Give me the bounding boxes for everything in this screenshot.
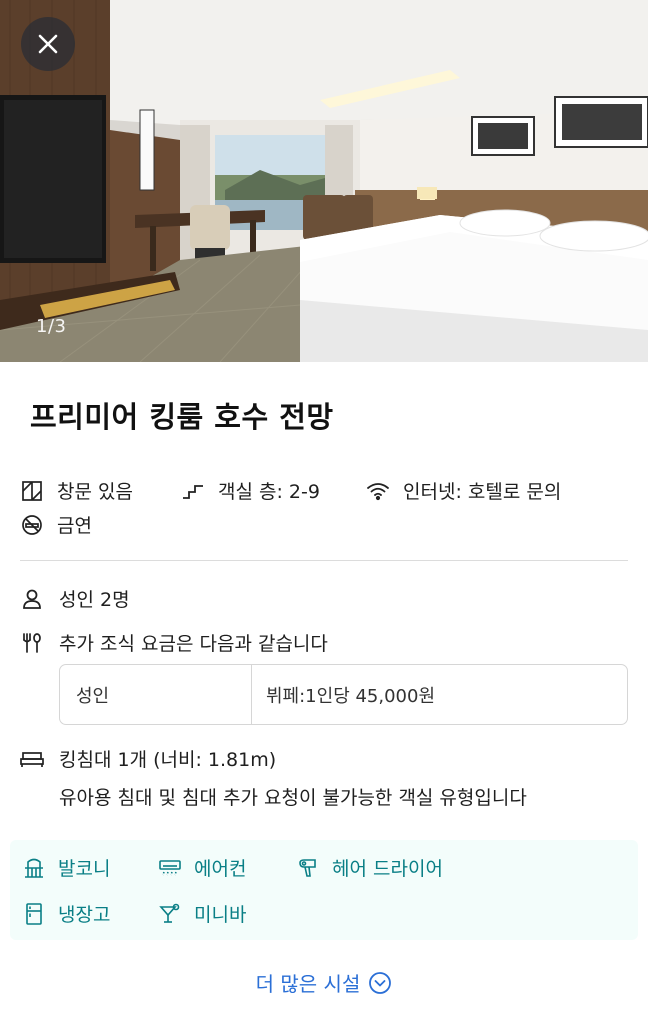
breakfast-intro: 추가 조식 요금은 다음과 같습니다 — [59, 633, 328, 655]
amenities-box: 발코니 에어컨 헤어 드라이어 냉장고 미니바 — [10, 840, 638, 940]
close-icon — [38, 34, 58, 54]
feature-smoking: 금연 — [20, 511, 92, 538]
amenity-balcony-label: 발코니 — [58, 858, 111, 880]
feature-floor: 객실 층: 2-9 — [181, 477, 320, 504]
amenity-hairdryer-label: 헤어 드라이어 — [332, 858, 443, 880]
window-icon — [20, 479, 44, 503]
amenity-fridge: 냉장고 — [22, 900, 110, 927]
feature-smoking-label: 금연 — [57, 515, 92, 537]
amenity-minibar-label: 미니바 — [194, 904, 247, 926]
fridge-icon — [22, 902, 46, 926]
feature-window-label: 창문 있음 — [57, 481, 133, 503]
chevron-down-circle-icon — [368, 971, 392, 995]
person-icon — [20, 587, 44, 611]
occupancy-row: 성인 2명 — [20, 585, 130, 612]
breakfast-row: 추가 조식 요금은 다음과 같습니다 — [20, 629, 328, 656]
close-button[interactable] — [21, 17, 75, 71]
amenity-hairdryer: 헤어 드라이어 — [296, 854, 443, 881]
bed-row: 킹침대 1개 (너비: 1.81m) — [20, 745, 276, 772]
more-facilities-label: 더 많은 시설 — [255, 972, 361, 996]
section-divider — [20, 560, 628, 561]
photo-counter: 1/3 — [36, 316, 67, 337]
stairs-icon — [181, 479, 205, 503]
amenity-aircon-label: 에어컨 — [194, 858, 247, 880]
amenity-minibar: 미니바 — [158, 900, 246, 927]
amenity-balcony: 발코니 — [22, 854, 110, 881]
amenity-aircon: 에어컨 — [158, 854, 246, 881]
air-conditioner-icon — [158, 856, 182, 880]
balcony-icon — [22, 856, 46, 880]
bed-note: 유아용 침대 및 침대 추가 요청이 불가능한 객실 유형입니다 — [59, 787, 527, 809]
room-photo-carousel[interactable]: 1/3 — [0, 0, 648, 362]
occupancy-label: 성인 2명 — [59, 589, 130, 611]
bed-info: 킹침대 1개 (너비: 1.81m) — [59, 749, 277, 771]
feature-window: 창문 있음 — [20, 477, 133, 504]
no-smoking-icon — [20, 513, 44, 537]
wifi-icon — [366, 479, 390, 503]
hair-dryer-icon — [296, 856, 320, 880]
feature-internet-label: 인터넷: 호텔로 문의 — [403, 481, 562, 503]
breakfast-price-table: 성인 뷔페:1인당 45,000원 — [59, 664, 628, 725]
feature-internet: 인터넷: 호텔로 문의 — [366, 477, 561, 504]
breakfast-guest-type: 성인 — [60, 665, 252, 724]
cocktail-icon — [158, 902, 182, 926]
breakfast-price: 뷔페:1인당 45,000원 — [266, 685, 436, 707]
utensils-icon — [20, 631, 44, 655]
room-title: 프리미어 킹룸 호수 전망 — [30, 400, 334, 434]
bed-icon — [20, 747, 44, 771]
room-photo — [0, 0, 648, 362]
feature-floor-label: 객실 층: 2-9 — [218, 481, 320, 503]
more-facilities-link[interactable]: 더 많은 시설 — [0, 968, 648, 997]
amenity-fridge-label: 냉장고 — [58, 904, 111, 926]
